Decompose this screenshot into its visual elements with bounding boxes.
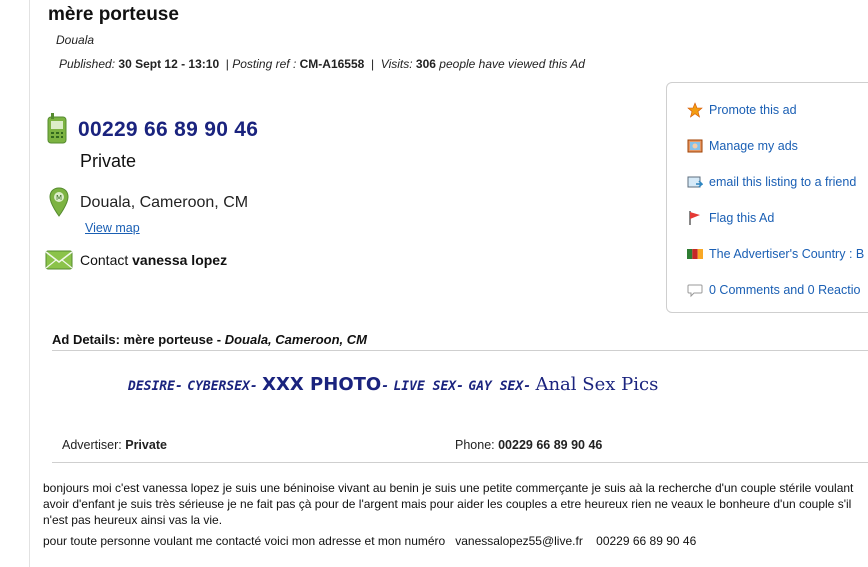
seller-type: Private (80, 151, 137, 171)
ad-description: bonjours moi c'est vanessa lopez je suis… (43, 481, 854, 527)
mobile-phone-icon (47, 113, 67, 144)
comments-link[interactable]: 0 Comments and 0 Reactio (687, 282, 860, 298)
promo-link-gay-sex[interactable]: GAY SEX (468, 379, 523, 394)
details-divider (52, 350, 868, 351)
details-location: Douala, Cameroon, CM (224, 332, 367, 347)
contact-name: vanessa lopez (132, 252, 228, 268)
promo-link-xxx-photo[interactable]: XXX PHOTO (262, 374, 381, 395)
phone-info: Phone: 00229 66 89 90 46 (455, 438, 602, 452)
flag-label: Flag this Ad (709, 211, 775, 225)
speech-bubble-icon (687, 284, 703, 298)
ad-meta: Published: 30 Sept 12 - 13:10 | Posting … (59, 57, 585, 71)
posting-ref-label: Posting ref : (232, 57, 297, 71)
promote-label: Promote this ad (709, 103, 797, 117)
published-label: Published: (59, 57, 116, 71)
promo-link-live-sex[interactable]: LIVE SEX (393, 379, 456, 394)
star-icon (687, 102, 703, 118)
visits-label: Visits: (380, 57, 413, 71)
flag-icon (689, 211, 700, 225)
email-friend-link[interactable]: email this listing to a friend (687, 174, 856, 190)
promo-link-anal[interactable]: Anal Sex Pics (535, 374, 658, 395)
published-date: 30 Sept 12 - 13:10 (118, 57, 220, 71)
promo-sep: - (381, 379, 390, 394)
view-map-link[interactable]: View map (85, 221, 140, 235)
promo-sep: - (249, 379, 258, 394)
advertiser-value: Private (125, 438, 167, 452)
contact-label: Contact (80, 252, 129, 268)
posting-ref: CM-A16558 (299, 57, 365, 71)
promo-link-desire[interactable]: DESIRE (128, 379, 175, 394)
ad-details-heading: Ad Details: mère porteuse - Douala, Came… (52, 332, 367, 347)
promo-sep: - (456, 379, 464, 394)
advertiser-country: The Advertiser's Country : B (687, 246, 864, 262)
info-divider (52, 462, 868, 463)
ad-location: Douala (56, 33, 95, 47)
country-label: The Advertiser's Country : B (709, 247, 865, 261)
phone-info-label: Phone: (455, 438, 495, 452)
visits-count: 306 (415, 57, 436, 71)
left-divider (29, 0, 30, 567)
comments-label: 0 Comments and 0 Reactio (709, 283, 861, 297)
ad-title: mère porteuse (48, 4, 179, 25)
country-flag-icon (687, 249, 703, 259)
details-title: mère porteuse - (123, 332, 222, 347)
advertiser-label: Advertiser: (62, 438, 122, 452)
ad-actions-panel: Promote this ad Manage my ads email this… (666, 82, 868, 313)
city-location: Douala, Cameroon, CM (80, 194, 249, 211)
promo-sep: - (174, 379, 183, 394)
email-share-icon (687, 176, 703, 188)
advertiser-info: Advertiser: Private (62, 438, 167, 452)
visits-suffix: people have viewed this Ad (439, 57, 585, 71)
details-label: Ad Details: (52, 332, 120, 347)
map-pin-icon: M (49, 187, 69, 217)
promo-links: DESIRE- CYBERSEX- XXX PHOTO- LIVE SEX- G… (128, 374, 658, 395)
envelope-icon (45, 250, 73, 270)
promo-sep: - (523, 379, 532, 394)
email-label: email this listing to a friend (709, 175, 857, 189)
promo-link-cybersex[interactable]: CYBERSEX (187, 379, 250, 394)
promote-ad-link[interactable]: Promote this ad (687, 102, 797, 118)
flag-ad-link[interactable]: Flag this Ad (687, 210, 774, 226)
phone-info-value: 00229 66 89 90 46 (498, 438, 603, 452)
svg-text:M: M (56, 194, 62, 202)
phone-number: 00229 66 89 90 46 (78, 118, 259, 141)
manage-ads-link[interactable]: Manage my ads (687, 138, 798, 154)
manage-icon (687, 139, 703, 153)
contact-advertiser[interactable]: Contact vanessa lopez (80, 252, 227, 268)
ad-contact-line: pour toute personne voulant me contacté … (43, 534, 697, 548)
manage-label: Manage my ads (709, 139, 798, 153)
